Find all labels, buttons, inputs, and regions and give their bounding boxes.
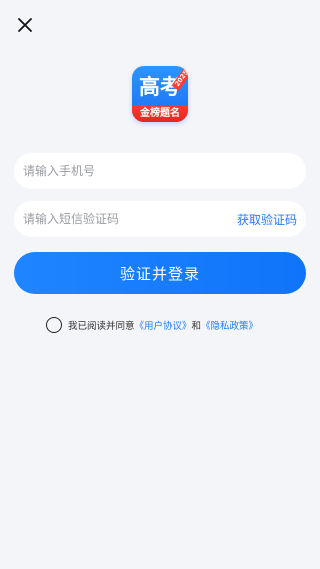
close-icon <box>18 18 32 32</box>
sms-code-field: 获取验证码 <box>14 201 306 237</box>
privacy-policy-link[interactable]: 《隐私政策》 <box>201 318 258 332</box>
agreement-checkbox[interactable] <box>46 317 62 333</box>
close-button[interactable] <box>14 14 36 36</box>
phone-input[interactable] <box>23 164 297 178</box>
app-logo: 高考 2025 金榜题名 <box>132 66 188 122</box>
login-page: 高考 2025 金榜题名 获取验证码 验证并登录 我已阅读并同意 《用户协议》 … <box>0 0 320 569</box>
logo-ribbon: 金榜题名 <box>132 105 188 122</box>
agreement-prefix: 我已阅读并同意 <box>68 321 135 332</box>
get-code-button[interactable]: 获取验证码 <box>237 211 297 228</box>
phone-field <box>14 153 306 189</box>
verify-login-button[interactable]: 验证并登录 <box>14 252 306 294</box>
agreement-conjunction: 和 <box>191 321 202 332</box>
user-agreement-link[interactable]: 《用户协议》 <box>135 318 192 332</box>
agreement-row: 我已阅读并同意 《用户协议》 和 《隐私政策》 <box>46 317 258 333</box>
sms-code-input[interactable] <box>23 212 237 226</box>
